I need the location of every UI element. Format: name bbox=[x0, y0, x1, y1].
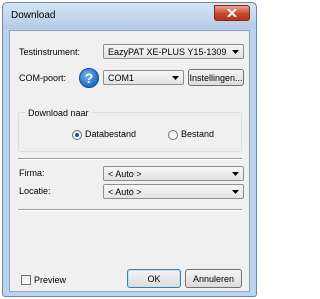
radio-databestand[interactable] bbox=[72, 130, 82, 140]
title-bar[interactable]: Download bbox=[3, 3, 256, 29]
settings-button-label: Instellingen... bbox=[189, 73, 243, 83]
firma-select[interactable]: < Auto > bbox=[103, 166, 244, 181]
preview-checkbox[interactable] bbox=[21, 275, 31, 285]
testinstrument-value: EazyPAT XE-PLUS Y15-1309 bbox=[108, 47, 227, 57]
locatie-value: < Auto > bbox=[108, 187, 142, 197]
testinstrument-label: Testinstrument: bbox=[19, 47, 81, 57]
dialog-body: Testinstrument: EazyPAT XE-PLUS Y15-1309… bbox=[9, 30, 250, 292]
radio-bestand[interactable] bbox=[168, 130, 178, 140]
radio-selected-dot bbox=[75, 133, 79, 137]
cancel-button[interactable]: Annuleren bbox=[185, 269, 242, 288]
chevron-down-icon bbox=[172, 76, 179, 80]
locatie-label: Locatie: bbox=[19, 186, 51, 196]
cancel-button-label: Annuleren bbox=[192, 274, 235, 284]
divider bbox=[18, 209, 242, 211]
settings-button[interactable]: Instellingen... bbox=[188, 69, 244, 86]
chevron-down-icon bbox=[232, 190, 239, 194]
radio-databestand-label[interactable]: Databestand bbox=[85, 129, 136, 139]
locatie-select[interactable]: < Auto > bbox=[103, 184, 244, 199]
download-dialog: Download Testinstrument: EazyPAT XE-PLUS… bbox=[2, 2, 257, 297]
help-icon[interactable]: ? bbox=[79, 68, 99, 88]
window-title: Download bbox=[11, 10, 56, 21]
firma-label: Firma: bbox=[19, 168, 45, 178]
close-button[interactable] bbox=[214, 5, 250, 21]
divider bbox=[18, 158, 242, 160]
ok-button-label: OK bbox=[147, 274, 161, 284]
chevron-down-icon bbox=[232, 50, 239, 54]
comport-label: COM-poort: bbox=[19, 73, 67, 83]
firma-value: < Auto > bbox=[108, 169, 142, 179]
comport-select[interactable]: COM1 bbox=[103, 70, 184, 85]
chevron-down-icon bbox=[232, 172, 239, 176]
comport-value: COM1 bbox=[108, 73, 135, 83]
download-group-label: Download naar bbox=[25, 108, 92, 118]
ok-button[interactable]: OK bbox=[127, 269, 181, 288]
preview-label[interactable]: Preview bbox=[34, 275, 66, 285]
testinstrument-select[interactable]: EazyPAT XE-PLUS Y15-1309 bbox=[103, 44, 244, 59]
close-icon bbox=[227, 9, 237, 17]
radio-bestand-label[interactable]: Bestand bbox=[181, 129, 214, 139]
